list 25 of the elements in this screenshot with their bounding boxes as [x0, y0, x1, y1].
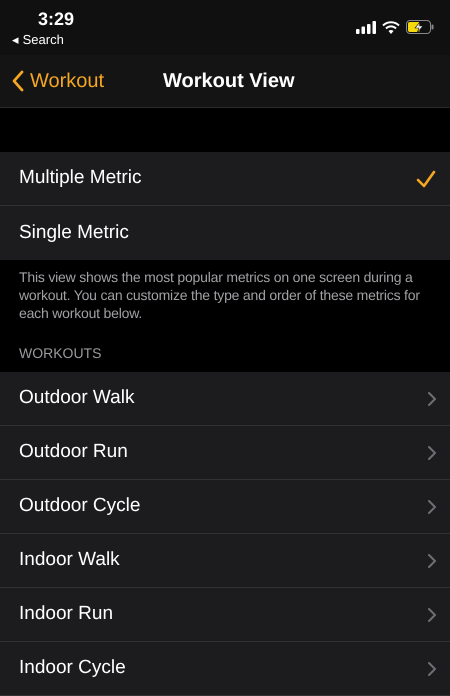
- workout-row[interactable]: Indoor Cycle: [0, 642, 450, 696]
- checkmark-icon: [416, 170, 436, 188]
- section-header: WORKOUTS: [18, 344, 102, 363]
- chevron-right-icon: [428, 446, 436, 460]
- wifi-icon: [382, 20, 400, 34]
- signal-icon: [356, 20, 376, 34]
- chevron-left-icon: [12, 70, 24, 92]
- workout-row[interactable]: Indoor Run: [0, 588, 450, 642]
- workout-row[interactable]: Outdoor Cycle: [0, 480, 450, 534]
- status-time: 3:29: [38, 8, 74, 30]
- chevron-right-icon: [428, 392, 436, 406]
- page-title: Workout View: [163, 69, 295, 94]
- chevron-right-icon: [428, 500, 436, 514]
- option-row[interactable]: Multiple Metric: [0, 152, 450, 206]
- workout-row[interactable]: Indoor Walk: [0, 534, 450, 588]
- back-button[interactable]: Workout: [0, 66, 104, 96]
- workout-row[interactable]: Outdoor Run: [0, 426, 450, 480]
- option-row[interactable]: Single Metric: [0, 206, 450, 260]
- footer-description: This view shows the most popular metrics on one screen during a workout. You can customize the type and order of these metrics for each workout below.: [18, 268, 421, 322]
- search-back-link[interactable]: ◂ Search: [12, 30, 74, 50]
- workout-row[interactable]: Outdoor Walk: [0, 372, 450, 426]
- battery-icon: [406, 20, 434, 34]
- chevron-right-icon: [428, 608, 436, 622]
- chevron-right-icon: [428, 554, 436, 568]
- chevron-right-icon: [428, 662, 436, 676]
